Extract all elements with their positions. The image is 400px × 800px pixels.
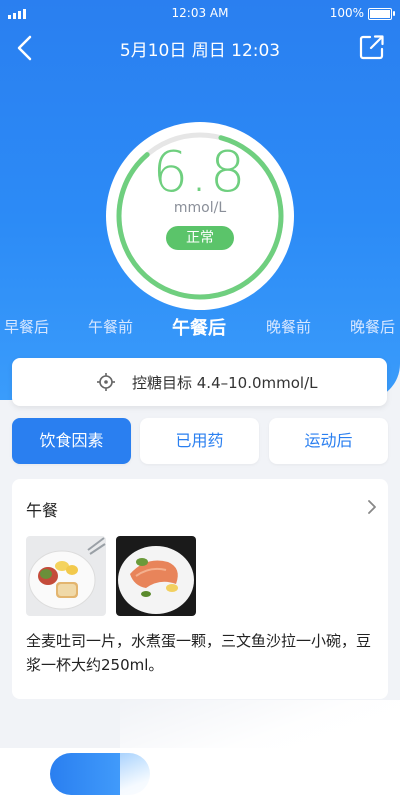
chip-medication[interactable]: 已用药	[140, 418, 259, 464]
target-icon	[97, 373, 115, 391]
status-bar: 12:03 AM 100%	[0, 0, 400, 28]
chevron-right-icon[interactable]	[366, 499, 378, 515]
battery-percent: 100%	[329, 6, 364, 20]
battery-icon	[368, 8, 395, 20]
glucose-value: 6.8	[152, 140, 248, 205]
meal-photo-toast-egg[interactable]	[26, 536, 106, 616]
page-title: 5月10日 周日 12:03	[119, 41, 281, 61]
chip-diet-factor[interactable]: 饮食因素	[12, 418, 131, 464]
glucose-unit: mmol/L	[173, 200, 227, 216]
chip-after-exercise[interactable]: 运动后	[269, 418, 388, 464]
meal-title: 午餐	[26, 501, 59, 520]
share-icon[interactable]	[358, 33, 386, 61]
factor-chips: 饮食因素 已用药 运动后	[12, 418, 388, 464]
bottom-fade-overlay	[120, 700, 400, 800]
meal-card[interactable]: 午餐 全麦吐司一片，水煮蛋一颗，三文鱼沙拉一小碗，豆浆一杯大约250ml。	[12, 479, 388, 699]
target-range-card: 控糖目标 4.4–10.0mmol/L	[12, 358, 387, 406]
active-tab-pointer	[0, 312, 400, 342]
nav-bar: 5月10日 周日 12:03	[0, 28, 400, 68]
meal-description: 全麦吐司一片，水煮蛋一颗，三文鱼沙拉一小碗，豆浆一杯大约250ml。	[26, 632, 372, 674]
status-badge: 正常	[166, 226, 234, 250]
glucose-gauge: 6.8 mmol/L 正常	[106, 122, 294, 310]
target-range-text: 控糖目标 4.4–10.0mmol/L	[132, 374, 318, 392]
meal-photo-salmon-salad[interactable]	[116, 536, 196, 616]
